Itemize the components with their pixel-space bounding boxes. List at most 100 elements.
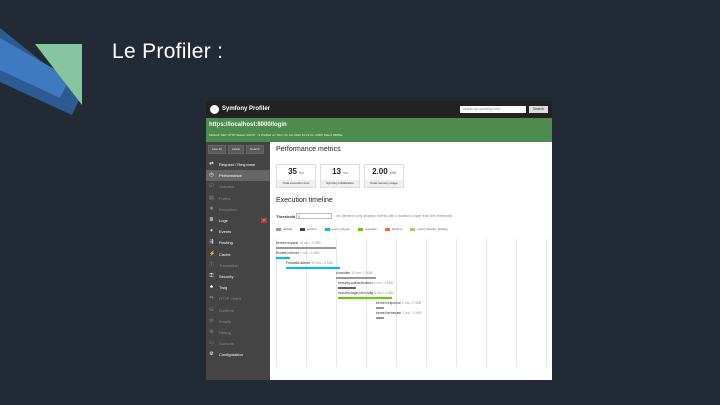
exception-icon: ✱ xyxy=(209,205,214,212)
timeline-event-label: kernel.response 2 ms / 2 MiB xyxy=(376,301,421,305)
menu-item[interactable]: ⇄ Request / Response xyxy=(206,159,270,170)
sidebar-button[interactable]: Search xyxy=(246,145,264,154)
event-name: security.authentication xyxy=(338,281,373,285)
menu-item[interactable]: ⚡ Cache xyxy=(206,249,270,260)
legend-label: event_listener xyxy=(331,227,351,231)
profiler-screenshot: Symfony Profiler search on symfony.com S… xyxy=(206,101,552,380)
timeline-event-bar xyxy=(286,267,340,269)
timeline-event-label: kernel.request 15 ms / 2 MiB xyxy=(276,241,321,245)
legend-item[interactable]: event_listener_loading xyxy=(410,227,447,231)
menu-item-label: Doctrine xyxy=(219,307,234,313)
translation-icon: Ⓣ xyxy=(209,261,215,268)
menu-item[interactable]: ⚙ Configuration xyxy=(206,349,270,360)
timeline-event[interactable]: kernel.request 15 ms / 2 MiB xyxy=(276,241,476,249)
menu-item-label: Routing xyxy=(219,240,233,246)
menu-item[interactable]: ⇶ Routing xyxy=(206,237,270,248)
menu-item: ⇆ HTTP Client xyxy=(206,293,270,304)
legend-swatch xyxy=(358,227,364,231)
menu-item[interactable]: ♣ Twig xyxy=(206,282,270,293)
menu-item-label: Forms xyxy=(219,195,231,201)
menu-item-label: HTTP Client xyxy=(219,296,241,302)
threshold-label: Threshold xyxy=(276,214,296,219)
search-input[interactable]: search on symfony.com xyxy=(460,106,526,113)
timeline-event[interactable]: kernel.terminate 2 ms / 2 MiB xyxy=(376,311,552,319)
timeline-event[interactable]: FirewallListener 10 ms / 2 MiB xyxy=(286,261,486,269)
sidebar-button[interactable]: Latest xyxy=(227,145,245,154)
event-duration: 10 ms / 2 MiB xyxy=(351,271,373,275)
legend-swatch xyxy=(384,227,390,231)
timeline-event[interactable]: security/login.html.twig 6 ms / 2 MiB xyxy=(338,291,538,299)
legend-label: template xyxy=(365,227,377,231)
menu-item-label: Validator xyxy=(219,184,235,190)
timeline-event-bar xyxy=(376,307,384,309)
event-name: kernel.response xyxy=(376,301,401,305)
event-duration: 15 ms / 2 MiB xyxy=(299,241,321,245)
slide-corner-decoration xyxy=(0,28,82,115)
security-icon: ⚿ xyxy=(209,272,214,279)
event-name: FirewallListener xyxy=(286,261,311,265)
clock-icon: ◷ xyxy=(209,172,214,179)
profiler-menu: ⇄ Request / Response ◷ Performance ☑ Validato… xyxy=(206,159,270,360)
timeline-event[interactable]: kernel.response 2 ms / 2 MiB xyxy=(376,301,552,309)
event-duration: 1 ms / 2 MiB xyxy=(299,251,320,255)
search-button[interactable]: Search xyxy=(529,106,548,113)
request-url[interactable]: https://localhost:8000/login xyxy=(209,122,287,128)
legend-item[interactable]: event_listener xyxy=(324,227,351,231)
request-metadata: Method: GET HTTP Status: 200 IP: ::1 Pro… xyxy=(209,133,343,137)
menu-item-label: Request / Response xyxy=(219,162,256,168)
menu-item-label: Exception xyxy=(219,206,237,212)
event-duration: 6 ms / 2 MiB xyxy=(374,291,394,295)
event-duration: 10 ms / 2 MiB xyxy=(311,261,333,265)
menu-item-label: Translation xyxy=(219,262,239,268)
menu-item: ⛁ Doctrine xyxy=(206,304,270,315)
profiler-header: Symfony Profiler search on symfony.com S… xyxy=(206,101,552,118)
timeline-event-label: security/login.html.twig 6 ms / 2 MiB xyxy=(338,291,394,295)
legend-swatch xyxy=(410,227,416,231)
timeline-event-label: controller 10 ms / 2 MiB xyxy=(336,271,373,275)
legend-label: event_listener_loading xyxy=(417,227,448,231)
timeline-event[interactable]: controller 10 ms / 2 MiB xyxy=(336,271,536,279)
legend-item[interactable]: default xyxy=(276,227,292,231)
timeline-chart: kernel.request 15 ms / 2 MiB RouterListen… xyxy=(276,239,547,369)
debug-icon: ⚙ xyxy=(209,328,214,335)
legend-label: doctrine xyxy=(391,227,403,231)
menu-item-label: Emails xyxy=(219,318,232,324)
menu-item-label: Console xyxy=(219,341,234,347)
event-name: security/login.html.twig xyxy=(338,291,374,295)
menu-item: ▭ Console xyxy=(206,338,270,349)
database-icon: ⛁ xyxy=(209,306,214,313)
metric-symfony-init: 13 ms Symfony initialization xyxy=(320,164,360,188)
timeline-event-bar xyxy=(338,297,392,299)
twig-icon: ♣ xyxy=(209,284,214,291)
logs-icon: ≣ xyxy=(209,217,214,224)
event-name: kernel.request xyxy=(276,241,299,245)
routing-icon: ⇶ xyxy=(209,239,214,246)
menu-item-label: Performance xyxy=(219,173,242,179)
metric-execution-time: 35 ms Total execution time xyxy=(276,164,316,188)
threshold-input[interactable]: 1 xyxy=(296,213,332,219)
arrows-icon: ⇄ xyxy=(209,161,214,168)
menu-item: ⚙ Debug xyxy=(206,327,270,338)
slide-title: Le Profiler : xyxy=(112,40,224,63)
legend-label: section xyxy=(307,227,317,231)
menu-item-label: Logs xyxy=(219,218,228,224)
timeline-event-label: RouterListener 1 ms / 2 MiB xyxy=(276,251,319,255)
legend-item[interactable]: template xyxy=(358,227,377,231)
menu-item[interactable]: ◷ Performance xyxy=(206,170,270,182)
logs-count-badge: 2 xyxy=(261,217,267,223)
legend-item[interactable]: doctrine xyxy=(384,227,403,231)
timeline-event-bar xyxy=(336,277,376,279)
console-icon: ▭ xyxy=(209,340,214,347)
timeline-event[interactable]: RouterListener 1 ms / 2 MiB xyxy=(276,251,476,259)
legend-item[interactable]: section xyxy=(300,227,317,231)
menu-item[interactable]: ⚿ Security xyxy=(206,271,270,282)
menu-item[interactable]: ✶ Events xyxy=(206,226,270,237)
event-name: RouterListener xyxy=(276,251,299,255)
timeline-event[interactable]: security.authentication 5 ms / 2 MiB xyxy=(338,281,538,289)
events-icon: ✶ xyxy=(209,228,214,235)
event-name: kernel.terminate xyxy=(376,311,402,315)
menu-item: ✱ Exception xyxy=(206,204,270,215)
sidebar-button[interactable]: Last 10 xyxy=(208,145,226,154)
menu-item: ✉ Emails xyxy=(206,316,270,327)
menu-item[interactable]: ≣ Logs 2 xyxy=(206,215,270,226)
